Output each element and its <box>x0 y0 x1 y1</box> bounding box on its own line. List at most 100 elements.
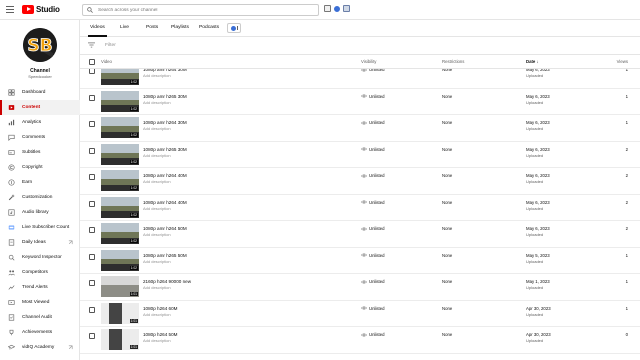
table-row[interactable]: 1:02 1080p amr h264 40M Add description Unl… <box>80 168 640 195</box>
apps-grid-icon[interactable] <box>343 5 350 12</box>
video-title[interactable]: 1080p h264 50M <box>143 332 177 337</box>
video-description[interactable]: Add description <box>143 312 171 317</box>
header-visibility[interactable]: Visibility <box>361 59 376 64</box>
video-thumbnail[interactable]: 1:02 <box>101 223 139 244</box>
row-checkbox[interactable] <box>89 227 95 233</box>
studio-logo[interactable]: Studio <box>22 5 60 14</box>
row-checkbox[interactable] <box>89 69 95 74</box>
sidebar-item-trend-alerts[interactable]: Trend Alerts <box>0 280 80 295</box>
video-description[interactable]: Add description <box>143 338 171 343</box>
visibility-cell[interactable]: Unlisted <box>361 147 385 152</box>
video-description[interactable]: Add description <box>143 73 171 78</box>
visibility-cell[interactable]: Unlisted <box>361 173 385 178</box>
filter-input[interactable]: Filter <box>105 43 116 48</box>
tab-posts[interactable]: Posts <box>146 25 158 30</box>
video-title[interactable]: 1080p amr h265 30M <box>143 94 187 99</box>
external-link-icon[interactable] <box>68 240 73 245</box>
sidebar-item-analytics[interactable]: Analytics <box>0 115 80 130</box>
sidebar-item-dashboard[interactable]: Dashboard <box>0 85 80 100</box>
video-title[interactable]: 1080p amr h264 30M <box>143 69 187 72</box>
video-thumbnail[interactable]: 1:02 <box>101 249 139 271</box>
row-checkbox[interactable] <box>89 333 95 339</box>
table-row[interactable]: 1:01 1080p h264 50M Add description Unliste… <box>80 327 640 354</box>
table-row[interactable]: 1:02 1080p amr h265 50M Add description Unl… <box>80 248 640 274</box>
video-title[interactable]: 1080p amr h264 40M <box>143 200 187 205</box>
table-row[interactable]: 1:02 1080p amr h264 50M Add description Unl… <box>80 221 640 248</box>
video-description[interactable]: Add description <box>143 232 171 237</box>
table-row[interactable]: 1:02 1080p amr h265 30M Add description Unl… <box>80 142 640 168</box>
video-description[interactable]: Add description <box>143 153 171 158</box>
header-views[interactable]: Views <box>617 59 628 64</box>
visibility-cell[interactable]: Unlisted <box>361 94 385 99</box>
sidebar-item-daily-ideas[interactable]: Daily Ideas <box>0 235 80 250</box>
video-thumbnail[interactable]: 1:02 <box>101 143 139 165</box>
sidebar-item-content[interactable]: Content <box>0 100 80 115</box>
video-title[interactable]: 1080p amr h265 30M <box>143 147 187 152</box>
sidebar-item-vidiq-academy[interactable]: vidIQ Academy <box>0 340 80 355</box>
tab-live[interactable]: Live <box>120 25 129 30</box>
tab-podcasts[interactable]: Podcasts <box>199 25 219 30</box>
search-input[interactable] <box>98 7 298 13</box>
video-thumbnail[interactable]: 1:02 <box>101 117 139 138</box>
row-checkbox[interactable] <box>89 94 95 101</box>
video-title[interactable]: 2160p h264 90000 new <box>143 279 191 284</box>
table-row[interactable]: 1:02 1080p amr h264 30M Add description Unl… <box>80 69 640 89</box>
channel-avatar[interactable]: SB <box>23 28 57 62</box>
extension-icon[interactable] <box>324 5 331 12</box>
sidebar-item-comments[interactable]: Comments <box>0 130 80 145</box>
sidebar-item-audio-library[interactable]: Audio library <box>0 205 80 220</box>
table-row[interactable]: 1:02 1080p amr h264 40M Add description Unl… <box>80 195 640 221</box>
tab-playlists[interactable]: Playlists <box>171 25 189 30</box>
video-thumbnail[interactable]: 1:02 <box>101 69 139 85</box>
sidebar-item-live-subscriber-count[interactable]: Live Subscriber Count <box>0 220 80 235</box>
video-description[interactable]: Add description <box>143 100 171 105</box>
filter-icon[interactable] <box>88 42 95 48</box>
video-thumbnail[interactable]: 1:02 <box>101 196 139 218</box>
row-checkbox[interactable] <box>89 121 95 127</box>
video-thumbnail[interactable]: 1:01 <box>101 302 139 324</box>
video-thumbnail[interactable]: 1:02 <box>101 90 139 112</box>
table-row[interactable]: 1:01 2160p h264 90000 new Add description U… <box>80 274 640 301</box>
video-thumbnail[interactable]: 1:02 <box>101 170 139 191</box>
sidebar-item-competitors[interactable]: Competitors <box>0 265 80 280</box>
row-checkbox[interactable] <box>89 147 95 154</box>
tab-videos[interactable]: Videos <box>88 25 107 37</box>
visibility-cell[interactable]: Unlisted <box>361 279 385 284</box>
sidebar-item-copyright[interactable]: Copyright <box>0 160 80 175</box>
row-checkbox[interactable] <box>89 174 95 180</box>
vidiq-tab-button[interactable] <box>227 23 241 33</box>
sidebar-item-keyword-inspector[interactable]: Keyword Inspector <box>0 250 80 265</box>
sidebar-item-channel-audit[interactable]: Channel Audit <box>0 310 80 325</box>
header-restrictions[interactable]: Restrictions <box>442 59 464 64</box>
visibility-cell[interactable]: Unlisted <box>361 200 385 205</box>
visibility-cell[interactable]: Unlisted <box>361 226 385 231</box>
video-description[interactable]: Add description <box>143 179 171 184</box>
sidebar-item-earn[interactable]: Earn <box>0 175 80 190</box>
search-box[interactable] <box>82 4 319 16</box>
table-row[interactable]: 1:02 1080p amr h264 30M Add description Unl… <box>80 115 640 142</box>
video-description[interactable]: Add description <box>143 259 171 264</box>
row-checkbox[interactable] <box>89 253 95 260</box>
video-thumbnail[interactable]: 1:01 <box>101 329 139 350</box>
external-link-icon[interactable] <box>68 345 73 350</box>
sidebar-item-achievements[interactable]: Achievements <box>0 325 80 340</box>
visibility-cell[interactable]: Unlisted <box>361 332 385 337</box>
sidebar-item-customization[interactable]: Customization <box>0 190 80 205</box>
row-checkbox[interactable] <box>89 306 95 313</box>
video-title[interactable]: 1080p amr h265 50M <box>143 253 187 258</box>
header-date[interactable]: Date ↓ <box>526 59 539 64</box>
video-title[interactable]: 1080p amr h264 30M <box>143 120 187 125</box>
video-description[interactable]: Add description <box>143 126 171 131</box>
filter-bar[interactable]: Filter <box>80 37 640 55</box>
visibility-cell[interactable]: Unlisted <box>361 120 385 125</box>
visibility-cell[interactable]: Unlisted <box>361 253 385 258</box>
video-title[interactable]: 1080p amr h264 50M <box>143 226 187 231</box>
table-row[interactable]: 1:02 1080p amr h265 30M Add description Unl… <box>80 89 640 115</box>
row-checkbox[interactable] <box>89 200 95 207</box>
select-all-checkbox[interactable] <box>89 59 95 65</box>
menu-icon[interactable] <box>6 6 14 13</box>
account-avatar-icon[interactable] <box>334 5 340 12</box>
video-description[interactable]: Add description <box>143 285 171 290</box>
sidebar-item-subtitles[interactable]: Subtitles <box>0 145 80 160</box>
row-checkbox[interactable] <box>89 280 95 286</box>
